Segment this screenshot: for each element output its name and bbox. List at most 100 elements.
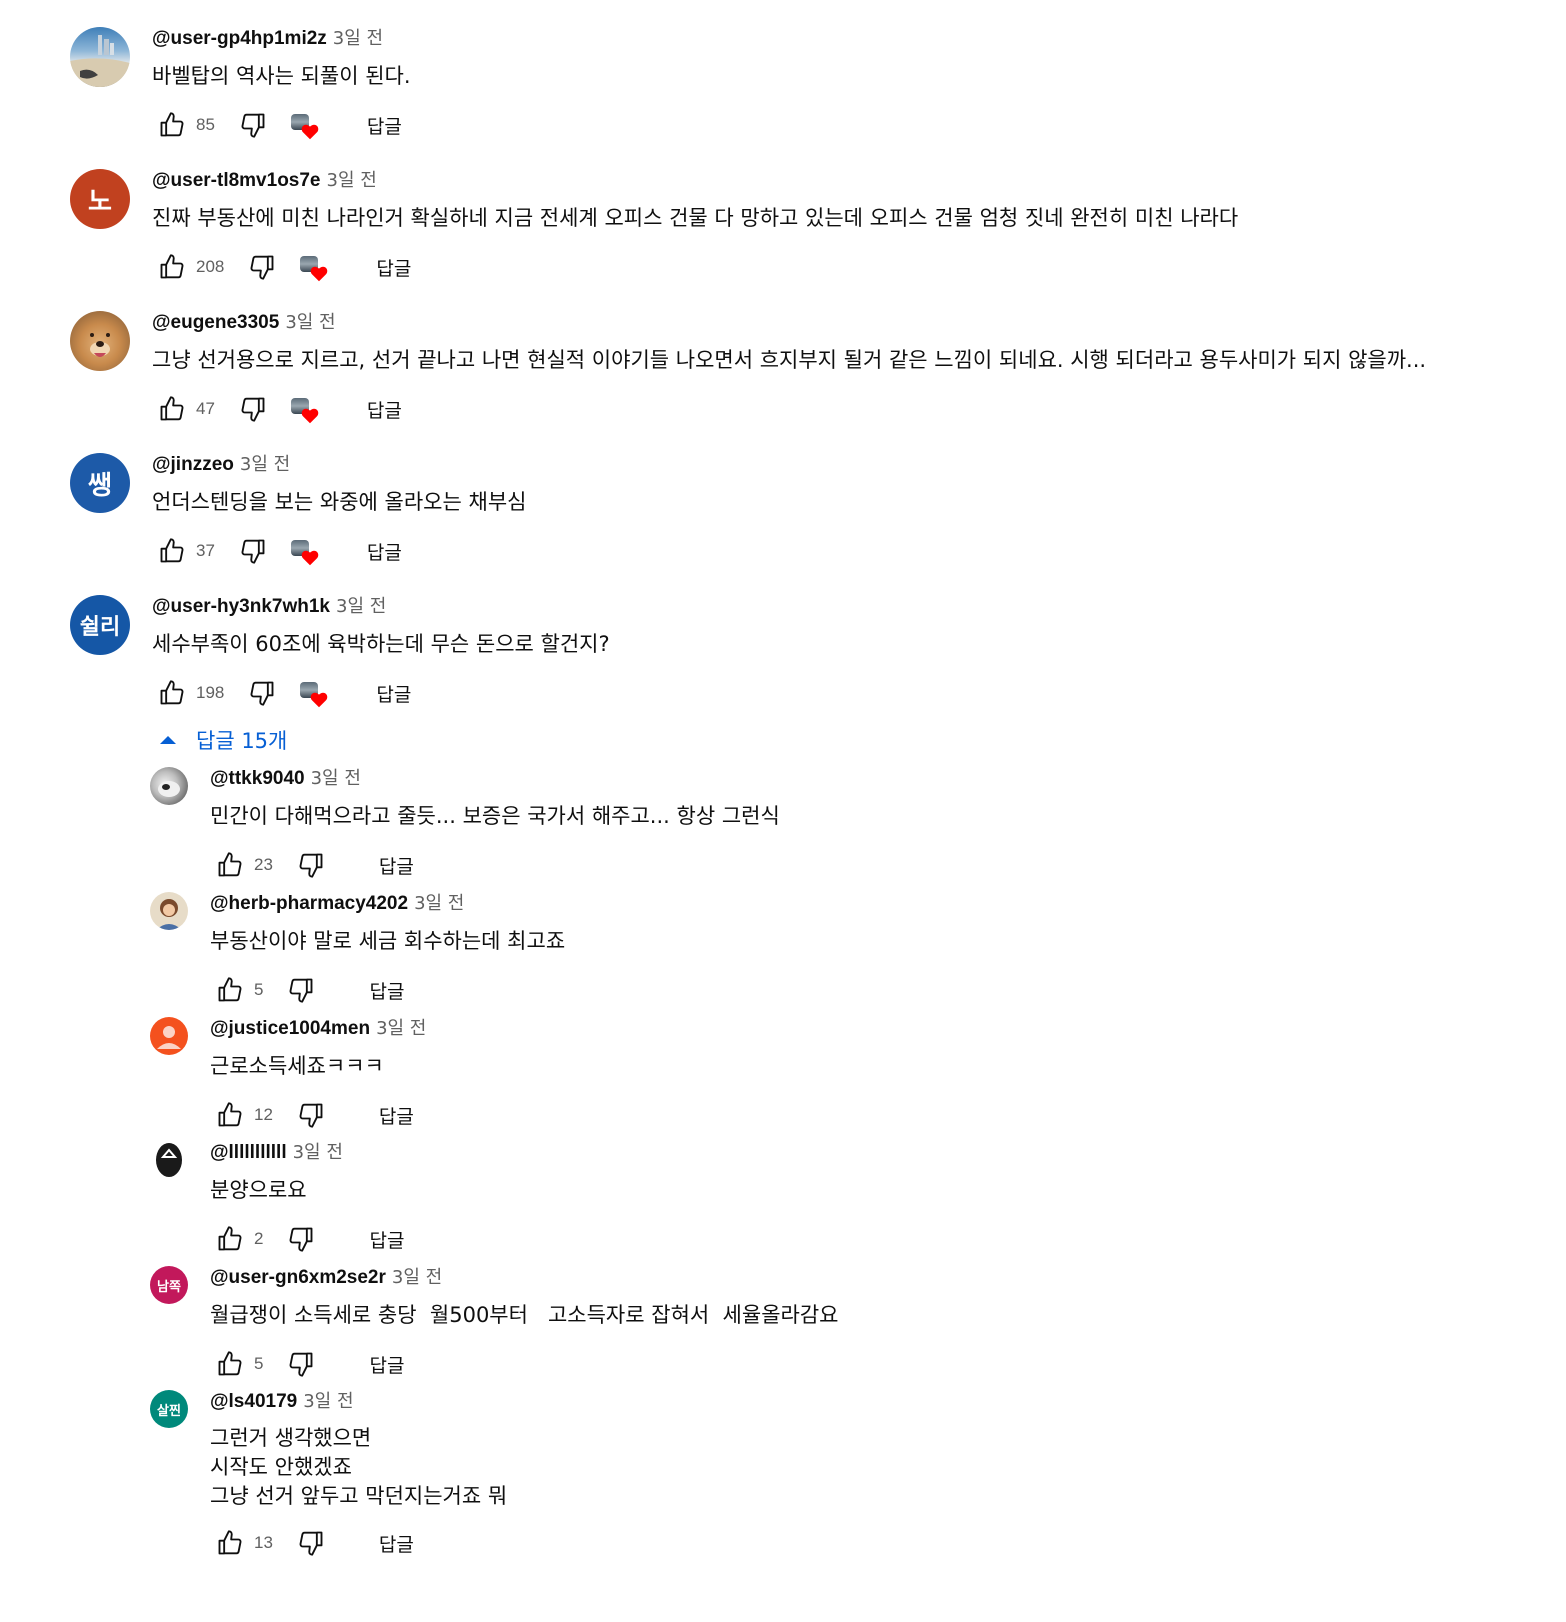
comment-author[interactable]: @lllllllllll xyxy=(210,1142,287,1163)
creator-heart xyxy=(289,110,319,140)
like-count: 208 xyxy=(196,257,225,276)
comment-time[interactable]: 3일 전 xyxy=(293,1142,343,1163)
thumbs-up-icon xyxy=(218,1102,242,1127)
avatar-letter: 쉴리 xyxy=(79,615,121,640)
comment-time[interactable]: 3일 전 xyxy=(333,28,383,49)
like-button[interactable] xyxy=(210,1095,250,1135)
reply-button[interactable]: 답글 xyxy=(359,106,410,145)
avatar[interactable]: 쌩 xyxy=(70,453,130,513)
replies-toggle[interactable]: 답글 15개 xyxy=(160,724,287,756)
comment-author[interactable]: @user-gp4hp1mi2z xyxy=(152,28,327,49)
replies-toggle-label: 답글 15개 xyxy=(196,729,288,753)
cat-photo-icon xyxy=(158,781,180,797)
comment-time[interactable]: 3일 전 xyxy=(240,454,290,475)
avatar[interactable] xyxy=(70,311,130,371)
comment-time[interactable]: 3일 전 xyxy=(303,1391,353,1412)
comment-author[interactable]: @user-gn6xm2se2r xyxy=(210,1267,386,1288)
avatar[interactable] xyxy=(150,1141,188,1179)
comment-author[interactable]: @ls40179 xyxy=(210,1391,297,1412)
avatar[interactable]: 쉴리 xyxy=(70,595,130,655)
like-button[interactable] xyxy=(210,970,250,1010)
comment-text: 언더스텐딩을 보는 와중에 올라오는 채부심 xyxy=(152,490,527,514)
dislike-button[interactable] xyxy=(233,105,273,145)
heart-icon xyxy=(311,266,328,282)
like-button[interactable] xyxy=(152,247,192,287)
like-count: 2 xyxy=(254,1229,264,1248)
like-button[interactable] xyxy=(210,1344,250,1384)
thumbs-up-icon xyxy=(160,254,184,279)
comment-author[interactable]: @ttkk9040 xyxy=(210,768,305,789)
thumbs-down-icon xyxy=(299,1103,323,1128)
dislike-button[interactable] xyxy=(291,1523,331,1563)
comment-time[interactable]: 3일 전 xyxy=(376,1018,426,1039)
reply-button[interactable]: 답글 xyxy=(371,1096,422,1135)
avatar[interactable]: 살찐 xyxy=(150,1390,188,1428)
comment-time[interactable]: 3일 전 xyxy=(414,893,464,914)
avatar[interactable] xyxy=(70,27,130,87)
comment-text: 민간이 다해먹으라고 줄듯... 보증은 국가서 해주고... 항상 그런식 xyxy=(210,804,780,828)
dislike-button[interactable] xyxy=(281,1219,321,1259)
mask-photo-icon xyxy=(156,1143,182,1177)
beach-photo-icon xyxy=(70,35,130,87)
like-button[interactable] xyxy=(152,389,192,429)
thumbs-down-icon xyxy=(250,255,274,280)
thumbs-down-icon xyxy=(290,978,313,1003)
like-button[interactable] xyxy=(152,105,192,145)
like-button[interactable] xyxy=(210,845,250,885)
avatar[interactable] xyxy=(150,767,188,805)
heart-icon xyxy=(301,124,319,140)
like-count: 85 xyxy=(196,115,215,134)
comment-time[interactable]: 3일 전 xyxy=(336,596,386,617)
like-count: 5 xyxy=(254,1354,264,1373)
like-button[interactable] xyxy=(152,673,192,713)
reply-button[interactable]: 답글 xyxy=(359,532,410,571)
comment-time[interactable]: 3일 전 xyxy=(327,170,377,191)
comment-text: 부동산이야 말로 세금 회수하는데 최고죠 xyxy=(210,929,566,953)
creator-heart xyxy=(289,536,319,566)
comment-author[interactable]: @eugene3305 xyxy=(152,312,279,333)
creator-heart xyxy=(298,252,328,282)
reply-button[interactable]: 답글 xyxy=(368,248,419,287)
avatar[interactable]: 노 xyxy=(70,169,130,229)
reply-button[interactable]: 답글 xyxy=(361,1345,412,1384)
dislike-button[interactable] xyxy=(242,247,282,287)
thumbs-down-icon xyxy=(241,113,265,138)
avatar[interactable]: 남쪽 xyxy=(150,1266,188,1304)
dislike-button[interactable] xyxy=(233,389,273,429)
dislike-button[interactable] xyxy=(281,970,321,1010)
dislike-button[interactable] xyxy=(233,531,273,571)
like-button[interactable] xyxy=(152,531,192,571)
comment-author[interactable]: @jinzzeo xyxy=(152,454,234,475)
comment-author[interactable]: @user-hy3nk7wh1k xyxy=(152,596,330,617)
comment-time[interactable]: 3일 전 xyxy=(311,768,361,789)
reply-button[interactable]: 답글 xyxy=(361,971,412,1010)
reply-button[interactable]: 답글 xyxy=(359,390,410,429)
comment-author[interactable]: @justice1004men xyxy=(210,1018,370,1039)
heart-icon xyxy=(301,408,319,424)
comment-author[interactable]: @user-tl8mv1os7e xyxy=(152,170,321,191)
reply-button[interactable]: 답글 xyxy=(361,1220,412,1259)
heart-icon xyxy=(311,692,328,708)
comment-time[interactable]: 3일 전 xyxy=(392,1267,442,1288)
like-count: 5 xyxy=(254,980,264,999)
dislike-button[interactable] xyxy=(242,673,282,713)
comment-author[interactable]: @herb-pharmacy4202 xyxy=(210,893,408,914)
avatar-letter: 노 xyxy=(88,186,112,217)
reply-button[interactable]: 답글 xyxy=(371,1524,422,1563)
reply-button[interactable]: 답글 xyxy=(371,846,422,885)
dislike-button[interactable] xyxy=(281,1344,321,1384)
reply-button[interactable]: 답글 xyxy=(368,674,419,713)
thumbs-up-icon xyxy=(218,1226,242,1251)
comment-text: 진짜 부동산에 미친 나라인거 확실하네 지금 전세계 오피스 건물 다 망하고… xyxy=(152,206,1239,230)
avatar-letter: 살찐 xyxy=(157,1403,181,1419)
avatar[interactable] xyxy=(150,892,188,930)
avatar-letter: 남쪽 xyxy=(157,1279,181,1295)
like-button[interactable] xyxy=(210,1219,250,1259)
avatar[interactable] xyxy=(150,1017,188,1055)
comment-text: 근로소득세죠ㅋㅋㅋ xyxy=(210,1054,384,1078)
dislike-button[interactable] xyxy=(291,845,331,885)
comment-time[interactable]: 3일 전 xyxy=(285,312,335,333)
like-button[interactable] xyxy=(210,1523,250,1563)
comment-text: 그냥 선거용으로 지르고, 선거 끝나고 나면 현실적 이야기들 나오면서 흐지… xyxy=(152,348,1427,372)
dislike-button[interactable] xyxy=(291,1095,331,1135)
